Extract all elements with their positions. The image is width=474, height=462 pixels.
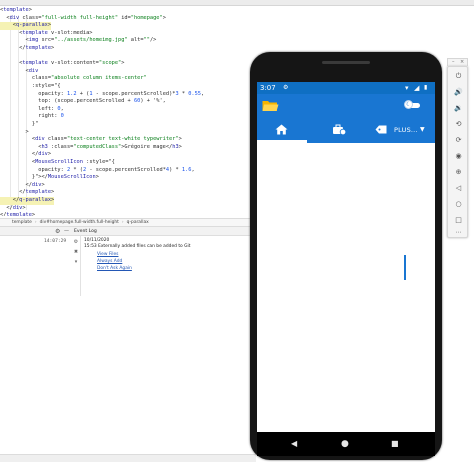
- minimize-icon[interactable]: –: [452, 59, 455, 66]
- code-line[interactable]: }"></MouseScrollIcon>: [0, 174, 99, 182]
- wifi-icon: ▾: [405, 84, 409, 92]
- breadcrumb-item-div[interactable]: div#homepage.full-width.full-height: [40, 220, 119, 225]
- rotate-left-icon[interactable]: ⟲: [453, 119, 464, 130]
- back-icon[interactable]: ◀: [291, 432, 297, 456]
- folder-icon[interactable]: [262, 99, 279, 112]
- code-line[interactable]: <MouseScrollIcon :style="{: [0, 159, 115, 167]
- status-strip: [0, 454, 256, 462]
- code-line[interactable]: >: [0, 129, 29, 137]
- code-line[interactable]: <template v-slot:media>: [0, 30, 92, 38]
- close-icon[interactable]: ×: [460, 59, 464, 66]
- status-bar: 3:07 ⚙ ▾ ◢ ▮: [257, 82, 435, 94]
- tab-more-label: PLUS...: [394, 126, 418, 134]
- device-screen: 3:07 ⚙ ▾ ◢ ▮ ☾ PLUS... ▼: [257, 82, 435, 432]
- tab-active-indicator: [257, 140, 307, 143]
- android-emulator: 3:07 ⚙ ▾ ◢ ▮ ☾ PLUS... ▼ ◀ ● ■: [250, 52, 442, 460]
- code-line[interactable]: </div>: [0, 182, 45, 190]
- code-line[interactable]: <q-parallax>: [0, 22, 52, 30]
- back-icon[interactable]: ◁: [453, 183, 464, 194]
- code-line[interactable]: <h3 :class="computedClass">Grégoire mage…: [0, 144, 182, 152]
- code-line[interactable]: </div>: [0, 205, 25, 213]
- dont-ask-again-link[interactable]: Don't Ask Again: [97, 266, 132, 272]
- recents-icon[interactable]: ■: [391, 432, 399, 456]
- code-line[interactable]: }": [0, 121, 38, 129]
- code-line[interactable]: right: 0: [0, 113, 64, 121]
- power-icon[interactable]: ⏻: [453, 71, 464, 82]
- breadcrumb-separator: ›: [34, 220, 37, 225]
- code-line[interactable]: <div class="full-width full-height" id="…: [0, 15, 166, 23]
- code-line[interactable]: opacity: 1.2 + (1 - scope.percentScrolle…: [0, 91, 204, 99]
- home-circle-icon[interactable]: ○: [453, 199, 464, 210]
- home-circle-icon[interactable]: ●: [341, 432, 349, 456]
- code-line[interactable]: :style="{: [0, 83, 61, 91]
- zoom-icon[interactable]: ⊕: [453, 167, 464, 178]
- tag-icon: [375, 125, 387, 134]
- code-line[interactable]: <img src="../assets/homeimg.jpg" alt=""/…: [0, 37, 157, 45]
- code-line[interactable]: </template>: [0, 45, 54, 53]
- code-line[interactable]: <div class="text-center text-white typew…: [0, 136, 182, 144]
- code-line[interactable]: </template>: [0, 189, 54, 197]
- breadcrumb-separator: ›: [121, 220, 124, 225]
- code-line[interactable]: </div>: [0, 151, 51, 159]
- minimize-icon[interactable]: —: [64, 228, 69, 235]
- home-icon: [275, 124, 288, 135]
- code-line[interactable]: <template v-slot:content="scope">: [0, 60, 124, 68]
- scroll-indicator: [404, 255, 406, 280]
- phone-speaker: [322, 61, 370, 64]
- code-line[interactable]: class="absolute column items-center": [0, 75, 147, 83]
- briefcase-icon: [333, 124, 346, 135]
- more-icon[interactable]: ⋯: [453, 227, 464, 238]
- rotate-right-icon[interactable]: ⟳: [453, 135, 464, 146]
- emulator-title-bar: – ×: [447, 58, 468, 66]
- breadcrumb[interactable]: template › div#homepage.full-width.full-he…: [0, 218, 256, 227]
- app-header: ☾: [257, 94, 435, 117]
- event-message-time: 15:53: [84, 244, 97, 249]
- settings-icon: ⚙: [283, 84, 289, 91]
- camera-icon[interactable]: ◉: [453, 151, 464, 162]
- delete-icon[interactable]: ✖: [73, 249, 79, 255]
- signal-icon: ◢: [414, 84, 420, 92]
- view-files-link[interactable]: View Files: [97, 252, 118, 258]
- editor-tab-bar: Skills.vuepackage.jsonquasar.config.jsHo…: [0, 0, 474, 6]
- event-log-toolbar: ⚙ ✖ ▾: [70, 236, 81, 296]
- settings-icon[interactable]: ⚙: [73, 239, 79, 245]
- navigation-bar: ◀ ● ■: [257, 432, 435, 456]
- chevron-down-icon: ▼: [420, 126, 425, 133]
- code-line[interactable]: </q-parallax>: [0, 197, 55, 205]
- tab-bar: PLUS... ▼: [257, 117, 435, 143]
- event-message-text: Externally added files can be added to G…: [98, 244, 191, 249]
- moon-icon: ☾: [406, 101, 412, 108]
- gear-icon[interactable]: ⚙: [55, 228, 60, 235]
- volume-down-icon[interactable]: 🔉: [453, 103, 464, 114]
- code-line[interactable]: <div: [0, 68, 39, 76]
- breadcrumb-item-template[interactable]: template: [12, 220, 32, 225]
- code-line[interactable]: top: (scope.percentScrolled + 60) + '%',: [0, 98, 166, 106]
- event-log-title: Event Log: [74, 229, 97, 234]
- always-add-link[interactable]: Always Add: [97, 259, 122, 265]
- recents-icon[interactable]: □: [453, 215, 464, 226]
- event-log-timestamp: 14:07:29: [44, 239, 67, 244]
- battery-icon: ▮: [424, 84, 428, 91]
- code-line[interactable]: left: 0,: [0, 106, 64, 114]
- breadcrumb-item-q-parallax[interactable]: q-parallax: [127, 220, 149, 225]
- status-time: 3:07: [260, 84, 276, 92]
- code-line[interactable]: <template>: [0, 7, 32, 15]
- event-log-panel: 14:07:29 ⚙ ✖ ▾ 10/11/2020 15:53 External…: [0, 236, 256, 462]
- code-line[interactable]: opacity: 2 * (2 - scope.percentScrolled*…: [0, 167, 194, 175]
- volume-up-icon[interactable]: 🔊: [453, 87, 464, 98]
- code-editor[interactable]: <template> <div class="full-width full-h…: [0, 7, 250, 216]
- event-log-header: ⚙ — Event Log: [0, 227, 256, 236]
- emulator-toolbar: ⏻ 🔊 🔉 ⟲ ⟳ ◉ ⊕ ◁ ○ □ ⋯: [447, 66, 468, 238]
- tab-skills[interactable]: [319, 117, 359, 143]
- code-line[interactable]: </template>: [0, 212, 35, 216]
- filter-icon[interactable]: ▾: [73, 259, 79, 265]
- event-message: 15:53 Externally added files can be adde…: [84, 244, 190, 250]
